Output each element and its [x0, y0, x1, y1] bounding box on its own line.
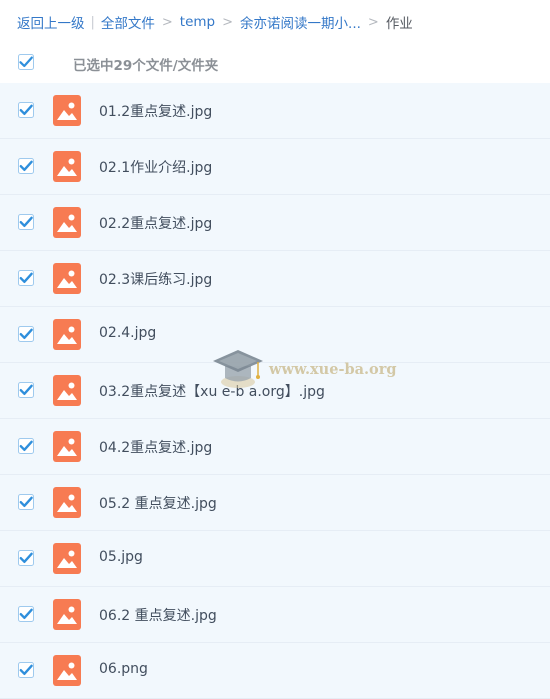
file-name: 06.2 重点复述.jpg [99, 608, 217, 624]
file-checkbox[interactable] [18, 326, 34, 342]
breadcrumb-folder-link[interactable]: 余亦诺阅读一期小... [240, 12, 361, 32]
file-checkbox[interactable] [18, 382, 34, 398]
file-row[interactable]: 06.2 重点复述.jpg [0, 587, 550, 643]
breadcrumb-separator-icon: > [161, 14, 173, 30]
file-name: 03.2重点复述【xu e-b a.org】.jpg [99, 384, 325, 400]
file-name: 01.2重点复述.jpg [99, 104, 213, 120]
image-file-icon [53, 319, 81, 350]
file-checkbox[interactable] [18, 438, 34, 454]
selection-summary: 已选中29个文件/文件夹 [73, 58, 219, 74]
breadcrumb-temp-link[interactable]: temp [180, 14, 215, 30]
file-name: 05.jpg [99, 549, 143, 565]
file-checkbox[interactable] [18, 494, 34, 510]
file-name: 06.png [99, 661, 148, 677]
file-row[interactable]: 02.1作业介绍.jpg [0, 139, 550, 195]
breadcrumb-separator-icon: > [222, 14, 234, 30]
image-file-icon [53, 151, 81, 182]
image-file-icon [53, 95, 81, 126]
file-name: 04.2重点复述.jpg [99, 440, 213, 456]
image-file-icon [53, 207, 81, 238]
file-name: 02.3课后练习.jpg [99, 272, 213, 288]
file-list: 01.2重点复述.jpg 02.1作业介绍.jpg 02.2重点复述.jpg 02.3… [0, 83, 550, 699]
file-checkbox[interactable] [18, 550, 34, 566]
image-file-icon [53, 375, 81, 406]
file-name: 05.2 重点复述.jpg [99, 496, 217, 512]
back-link[interactable]: 返回上一级 [17, 12, 85, 32]
file-row[interactable]: 02.2重点复述.jpg [0, 195, 550, 251]
file-row[interactable]: 01.2重点复述.jpg [0, 83, 550, 139]
file-checkbox[interactable] [18, 270, 34, 286]
breadcrumb-current: 作业 [385, 16, 413, 32]
breadcrumb: 返回上一级 | 全部文件 > temp > 余亦诺阅读一期小... > 作业 [17, 11, 413, 33]
image-file-icon [53, 599, 81, 630]
file-row[interactable]: 06.png [0, 643, 550, 699]
image-file-icon [53, 655, 81, 686]
file-checkbox[interactable] [18, 662, 34, 678]
file-checkbox[interactable] [18, 214, 34, 230]
file-row[interactable]: 02.3课后练习.jpg [0, 251, 550, 307]
file-checkbox[interactable] [18, 606, 34, 622]
file-row[interactable]: 04.2重点复述.jpg [0, 419, 550, 475]
select-all-checkbox[interactable] [18, 54, 34, 70]
image-file-icon [53, 487, 81, 518]
file-name: 02.2重点复述.jpg [99, 216, 213, 232]
file-row[interactable]: 05.2 重点复述.jpg [0, 475, 550, 531]
file-row[interactable]: 05.jpg [0, 531, 550, 587]
breadcrumb-divider: | [90, 14, 95, 30]
file-checkbox[interactable] [18, 102, 34, 118]
select-all-row: 已选中29个文件/文件夹 [0, 46, 550, 80]
breadcrumb-separator-icon: > [367, 14, 379, 30]
image-file-icon [53, 543, 81, 574]
file-row[interactable]: 02.4.jpg [0, 307, 550, 363]
file-row[interactable]: 03.2重点复述【xu e-b a.org】.jpg [0, 363, 550, 419]
image-file-icon [53, 431, 81, 462]
image-file-icon [53, 263, 81, 294]
file-name: 02.1作业介绍.jpg [99, 160, 213, 176]
file-name: 02.4.jpg [99, 325, 157, 341]
file-checkbox[interactable] [18, 158, 34, 174]
breadcrumb-root-link[interactable]: 全部文件 [101, 12, 155, 32]
